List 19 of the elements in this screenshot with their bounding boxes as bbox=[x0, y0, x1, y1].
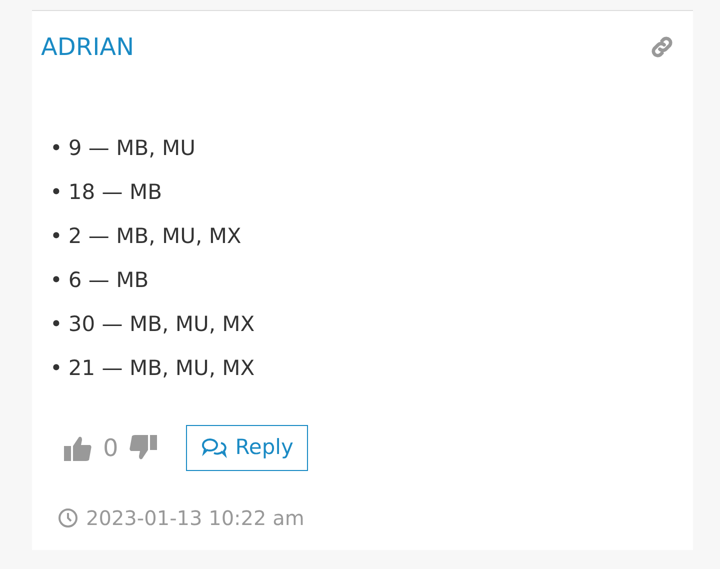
bullet: • bbox=[50, 267, 62, 294]
list-item-text: 2 — MB, MU, MX bbox=[68, 223, 242, 250]
chat-bubbles-icon bbox=[201, 436, 228, 459]
reply-button[interactable]: Reply bbox=[186, 425, 308, 470]
list-item-text: 18 — MB bbox=[68, 179, 162, 206]
bullet: • bbox=[50, 223, 62, 250]
list-item-text: 21 — MB, MU, MX bbox=[68, 355, 255, 382]
bullet: • bbox=[50, 179, 62, 206]
vote-count: 0 bbox=[103, 432, 118, 464]
bullet: • bbox=[50, 135, 62, 162]
bullet: • bbox=[50, 355, 62, 382]
link-icon[interactable] bbox=[649, 34, 675, 60]
author-link[interactable]: ADRIAN bbox=[41, 29, 134, 65]
list-item-text: 6 — MB bbox=[68, 267, 149, 294]
list-item-text: 30 — MB, MU, MX bbox=[68, 311, 255, 338]
timestamp: 2023-01-13 10:22 am bbox=[86, 504, 304, 532]
clock-icon bbox=[58, 508, 78, 528]
list-item-text: 9 — MB, MU bbox=[68, 135, 196, 162]
bullet: • bbox=[50, 311, 62, 338]
